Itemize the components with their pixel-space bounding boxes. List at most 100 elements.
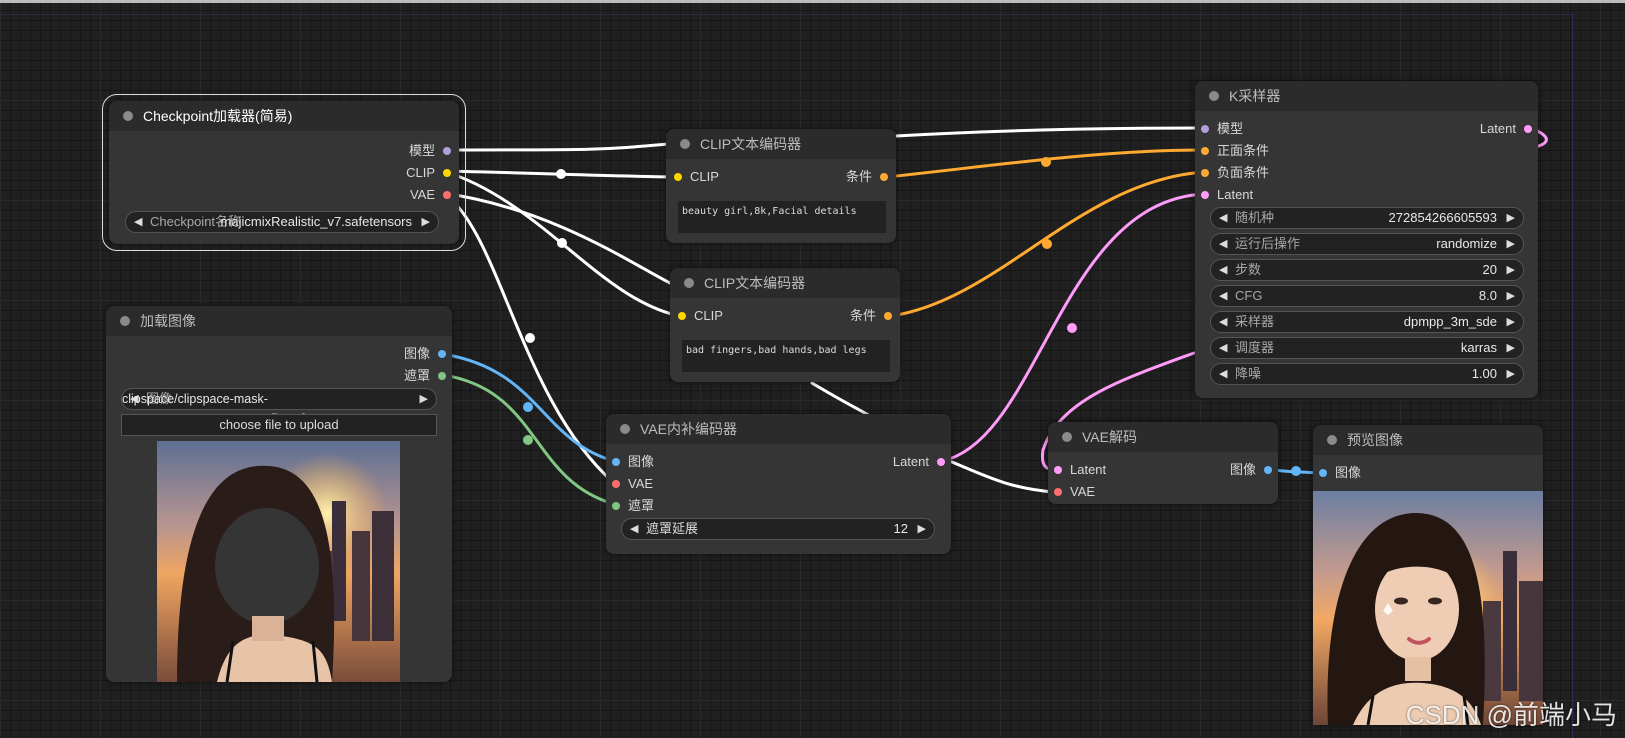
- vae-pin-icon[interactable]: [443, 190, 451, 199]
- input-vae[interactable]: VAE: [1054, 484, 1095, 500]
- arrow-left-icon[interactable]: ◀: [1219, 364, 1227, 384]
- node-title[interactable]: 预览图像: [1313, 425, 1543, 455]
- output-image[interactable]: 图像: [404, 346, 446, 362]
- conditioning-pin-icon[interactable]: [1201, 146, 1209, 155]
- node-title[interactable]: Checkpoint加载器(简易): [109, 101, 459, 131]
- latent-pin-icon[interactable]: [1201, 190, 1209, 199]
- mask-pin-icon[interactable]: [438, 371, 446, 380]
- mask-pin-icon[interactable]: [612, 501, 620, 510]
- input-vae[interactable]: VAE: [612, 476, 653, 492]
- upload-button[interactable]: choose file to upload: [121, 414, 437, 436]
- input-mask[interactable]: 遮罩: [612, 498, 654, 514]
- input-negative[interactable]: 负面条件: [1201, 165, 1269, 181]
- arrow-right-icon[interactable]: ▶: [420, 389, 428, 409]
- image-pin-icon[interactable]: [1264, 465, 1272, 474]
- collapse-dot-icon[interactable]: [1062, 432, 1072, 442]
- arrow-left-icon[interactable]: ◀: [1219, 286, 1227, 306]
- collapse-dot-icon[interactable]: [684, 278, 694, 288]
- input-image[interactable]: 图像: [1319, 465, 1361, 481]
- output-model[interactable]: 模型: [409, 143, 451, 159]
- input-image[interactable]: 图像: [612, 454, 654, 470]
- prompt-text[interactable]: beauty girl,8k,Facial details: [678, 201, 886, 233]
- grow-mask-widget[interactable]: ◀ 遮罩延展 12 ▶: [621, 518, 935, 540]
- arrow-right-icon[interactable]: ▶: [1507, 312, 1515, 332]
- arrow-right-icon[interactable]: ▶: [1507, 234, 1515, 254]
- output-clip[interactable]: CLIP: [406, 165, 451, 181]
- node-vae-decode[interactable]: VAE解码 Latent VAE 图像: [1048, 422, 1278, 504]
- arrow-left-icon[interactable]: ◀: [630, 519, 638, 539]
- arrow-left-icon[interactable]: ◀: [134, 212, 142, 232]
- arrow-right-icon[interactable]: ▶: [422, 212, 430, 232]
- output-mask[interactable]: 遮罩: [404, 368, 446, 384]
- latent-pin-icon[interactable]: [937, 457, 945, 466]
- arrow-left-icon[interactable]: ◀: [1219, 312, 1227, 332]
- node-clip-encode-negative[interactable]: CLIP文本编码器 CLIP 条件 bad fingers,bad hands,…: [670, 268, 900, 382]
- input-latent[interactable]: Latent: [1054, 462, 1106, 478]
- node-vae-encode-inpaint[interactable]: VAE内补编码器 图像 VAE 遮罩 Latent ◀ 遮罩延展 12 ▶: [606, 414, 951, 554]
- collapse-dot-icon[interactable]: [620, 424, 630, 434]
- node-title[interactable]: VAE解码: [1048, 422, 1278, 452]
- node-preview-image[interactable]: 预览图像 图像: [1313, 425, 1543, 725]
- denoise-widget[interactable]: ◀ 降噪 1.00 ▶: [1210, 363, 1524, 385]
- node-title[interactable]: 加载图像: [106, 306, 452, 336]
- arrow-left-icon[interactable]: ◀: [1219, 208, 1227, 228]
- node-title[interactable]: K采样器: [1195, 81, 1538, 111]
- image-pin-icon[interactable]: [1319, 468, 1327, 477]
- node-ksampler[interactable]: K采样器 模型 正面条件 负面条件 Latent Latent ◀ 随机种 2728…: [1195, 81, 1538, 398]
- output-latent[interactable]: Latent: [1480, 121, 1532, 137]
- arrow-right-icon[interactable]: ▶: [1507, 338, 1515, 358]
- collapse-dot-icon[interactable]: [1327, 435, 1337, 445]
- node-title[interactable]: CLIP文本编码器: [666, 129, 896, 159]
- arrow-right-icon[interactable]: ▶: [918, 519, 926, 539]
- scheduler-widget[interactable]: ◀ 调度器 karras ▶: [1210, 337, 1524, 359]
- image-combo[interactable]: ◀ 图像 clipspace/clipspace-mask-54143.7999…: [121, 388, 437, 426]
- collapse-dot-icon[interactable]: [120, 316, 130, 326]
- latent-pin-icon[interactable]: [1524, 124, 1532, 133]
- input-latent[interactable]: Latent: [1201, 187, 1253, 203]
- input-clip[interactable]: CLIP: [674, 169, 719, 185]
- collapse-dot-icon[interactable]: [680, 139, 690, 149]
- output-image[interactable]: 图像: [1230, 462, 1272, 478]
- arrow-right-icon[interactable]: ▶: [1507, 364, 1515, 384]
- arrow-right-icon[interactable]: ▶: [1507, 208, 1515, 228]
- input-clip[interactable]: CLIP: [678, 308, 723, 324]
- latent-pin-icon[interactable]: [1054, 465, 1062, 474]
- node-title[interactable]: CLIP文本编码器: [670, 268, 900, 298]
- output-latent[interactable]: Latent: [893, 454, 945, 470]
- collapse-dot-icon[interactable]: [123, 111, 133, 121]
- arrow-left-icon[interactable]: ◀: [1219, 234, 1227, 254]
- clip-pin-icon[interactable]: [443, 168, 451, 177]
- arrow-right-icon[interactable]: ▶: [1507, 260, 1515, 280]
- output-conditioning[interactable]: 条件: [846, 169, 888, 185]
- output-vae[interactable]: VAE: [410, 187, 451, 203]
- input-model[interactable]: 模型: [1201, 121, 1243, 137]
- node-title[interactable]: VAE内补编码器: [606, 414, 951, 444]
- cfg-widget[interactable]: ◀ CFG 8.0 ▶: [1210, 285, 1524, 307]
- clip-pin-icon[interactable]: [674, 172, 682, 181]
- image-pin-icon[interactable]: [612, 457, 620, 466]
- model-pin-icon[interactable]: [1201, 124, 1209, 133]
- conditioning-pin-icon[interactable]: [884, 311, 892, 320]
- sampler-name-widget[interactable]: ◀ 采样器 dpmpp_3m_sde ▶: [1210, 311, 1524, 333]
- vae-pin-icon[interactable]: [612, 479, 620, 488]
- collapse-dot-icon[interactable]: [1209, 91, 1219, 101]
- node-clip-encode-positive[interactable]: CLIP文本编码器 CLIP 条件 beauty girl,8k,Facial …: [666, 129, 896, 243]
- arrow-left-icon[interactable]: ◀: [1219, 338, 1227, 358]
- image-pin-icon[interactable]: [438, 349, 446, 358]
- node-load-image[interactable]: 加载图像 图像 遮罩 ◀ 图像 clipspace/clipspace-mask…: [106, 306, 452, 682]
- arrow-right-icon[interactable]: ▶: [1507, 286, 1515, 306]
- conditioning-pin-icon[interactable]: [880, 172, 888, 181]
- vae-pin-icon[interactable]: [1054, 487, 1062, 496]
- seed-widget[interactable]: ◀ 随机种 272854266605593 ▶: [1210, 207, 1524, 229]
- arrow-left-icon[interactable]: ◀: [1219, 260, 1227, 280]
- input-positive[interactable]: 正面条件: [1201, 143, 1269, 159]
- steps-widget[interactable]: ◀ 步数 20 ▶: [1210, 259, 1524, 281]
- node-checkpoint-loader[interactable]: Checkpoint加载器(简易) 模型 CLIP VAE ◀ Checkpoi…: [102, 94, 466, 251]
- ckpt-name-combo[interactable]: ◀ Checkpoint名称 majicmixRealistic_v7.safe…: [125, 211, 439, 233]
- model-pin-icon[interactable]: [443, 146, 451, 155]
- prompt-text[interactable]: bad fingers,bad hands,bad legs: [682, 340, 890, 372]
- clip-pin-icon[interactable]: [678, 311, 686, 320]
- control-after-generate-widget[interactable]: ◀ 运行后操作 randomize ▶: [1210, 233, 1524, 255]
- conditioning-pin-icon[interactable]: [1201, 168, 1209, 177]
- output-conditioning[interactable]: 条件: [850, 308, 892, 324]
